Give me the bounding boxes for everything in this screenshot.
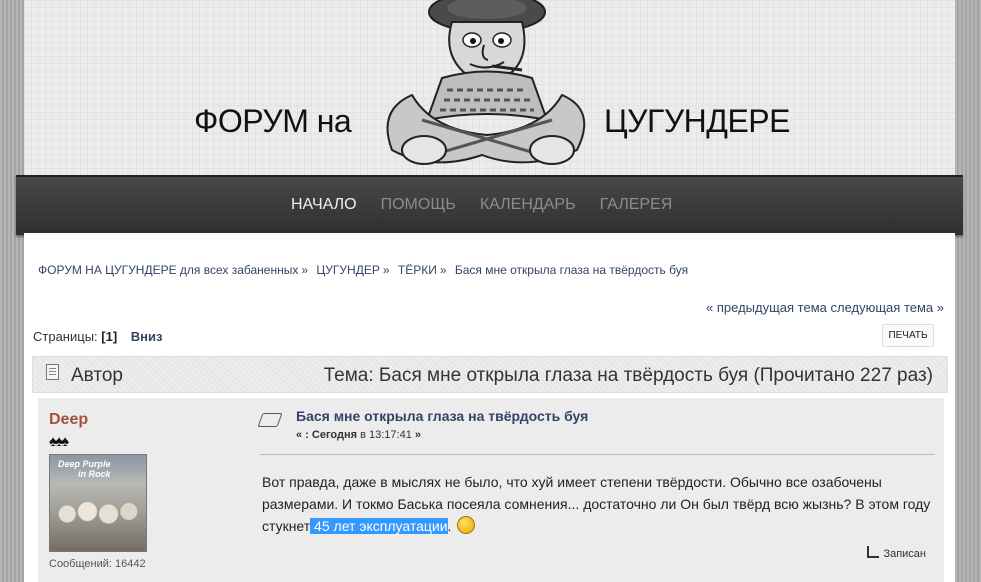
- jump-down-link[interactable]: Вниз: [131, 329, 163, 344]
- post-count: Сообщений: 16442: [49, 558, 146, 570]
- breadcrumb: ФОРУМ НА ЦУГУНДЕРЕ для всех забаненных» …: [38, 263, 688, 277]
- poster-name[interactable]: Deep: [49, 411, 249, 429]
- smiley-icon: [457, 516, 476, 534]
- breadcrumb-separator: »: [301, 263, 309, 277]
- breadcrumb-link-section[interactable]: ТЁРКИ: [398, 263, 437, 277]
- post-text-end: .: [447, 518, 452, 534]
- document-icon: [46, 364, 59, 380]
- date-prefix: « :: [296, 429, 309, 441]
- post-body[interactable]: Вот правда, даже в мыслях не было, что х…: [262, 471, 937, 537]
- forum-wrapper: ФОРУМ на ЦУГУНДЕРЕ НАЧАЛО ПОМОЩЬ КАЛЕНДА…: [16, 0, 963, 582]
- breadcrumb-link-topic[interactable]: Бася мне открыла глаза на твёрдость буя: [455, 263, 688, 277]
- topic-title-header: Тема: Бася мне открыла глаза на твёрдост…: [323, 365, 933, 386]
- nav-item-help[interactable]: ПОМОЩЬ: [381, 196, 456, 214]
- message-icon: [257, 413, 283, 427]
- date-time: 13:17:41: [369, 429, 412, 441]
- forum-header: ФОРУМ на ЦУГУНДЕРЕ: [24, 0, 955, 175]
- topic-header-bar: Автор Тема: Бася мне открыла глаза на тв…: [32, 356, 948, 393]
- selected-text-highlight: 45 лет эксплуатации: [310, 518, 448, 534]
- avatar-heads-image: [54, 489, 142, 539]
- nav-item-home[interactable]: НАЧАЛО: [291, 196, 357, 214]
- logo-text-left[interactable]: ФОРУМ на: [194, 103, 352, 140]
- date-suffix: »: [414, 429, 422, 441]
- author-column-label: Автор: [71, 365, 123, 386]
- nav-item-calendar[interactable]: КАЛЕНДАРЬ: [480, 196, 576, 214]
- breadcrumb-separator: »: [439, 263, 447, 277]
- poster-info: Deep ♠♠♠ Deep Purple in Rock Сообщений: …: [49, 411, 249, 570]
- post-divider: [260, 454, 935, 455]
- current-page: [1]: [101, 329, 118, 344]
- saved-indicator: Записан: [867, 546, 926, 560]
- pagination: Страницы: [1] Вниз: [33, 329, 163, 344]
- prev-next-topic-links[interactable]: « предыдущая тема следующая тема »: [706, 300, 944, 315]
- mascot-logo-image[interactable]: [352, 0, 622, 175]
- date-in: в: [360, 429, 366, 441]
- page-background-left: [0, 0, 24, 582]
- post-date: « : Сегодня в 13:17:41 »: [296, 429, 421, 441]
- page-background-right: [955, 0, 981, 582]
- post-title-link[interactable]: Бася мне открыла глаза на твёрдость буя: [296, 408, 588, 424]
- nav-item-gallery[interactable]: ГАЛЕРЕЯ: [600, 196, 673, 214]
- breadcrumb-link-board[interactable]: ЦУГУНДЕР: [316, 263, 379, 277]
- avatar: Deep Purple in Rock: [49, 454, 147, 552]
- breadcrumb-link-forum[interactable]: ФОРУМ НА ЦУГУНДЕРЕ для всех забаненных: [38, 263, 298, 277]
- saved-label: Записан: [883, 548, 926, 560]
- avatar-text-2: in Rock: [78, 469, 111, 479]
- post: Deep ♠♠♠ Deep Purple in Rock Сообщений: …: [38, 398, 944, 582]
- print-button[interactable]: ПЕЧАТЬ: [882, 324, 934, 347]
- rank-stars: ♠♠♠: [49, 433, 69, 450]
- date-day: Сегодня: [311, 429, 358, 441]
- saved-icon: [867, 546, 880, 558]
- main-content: ФОРУМ НА ЦУГУНДЕРЕ для всех забаненных» …: [24, 233, 955, 582]
- avatar-text-1: Deep Purple: [58, 459, 111, 469]
- logo-text-right[interactable]: ЦУГУНДЕРЕ: [604, 103, 790, 140]
- main-navigation: НАЧАЛО ПОМОЩЬ КАЛЕНДАРЬ ГАЛЕРЕЯ: [16, 175, 963, 235]
- breadcrumb-separator: »: [382, 263, 390, 277]
- pages-label: Страницы:: [33, 329, 98, 344]
